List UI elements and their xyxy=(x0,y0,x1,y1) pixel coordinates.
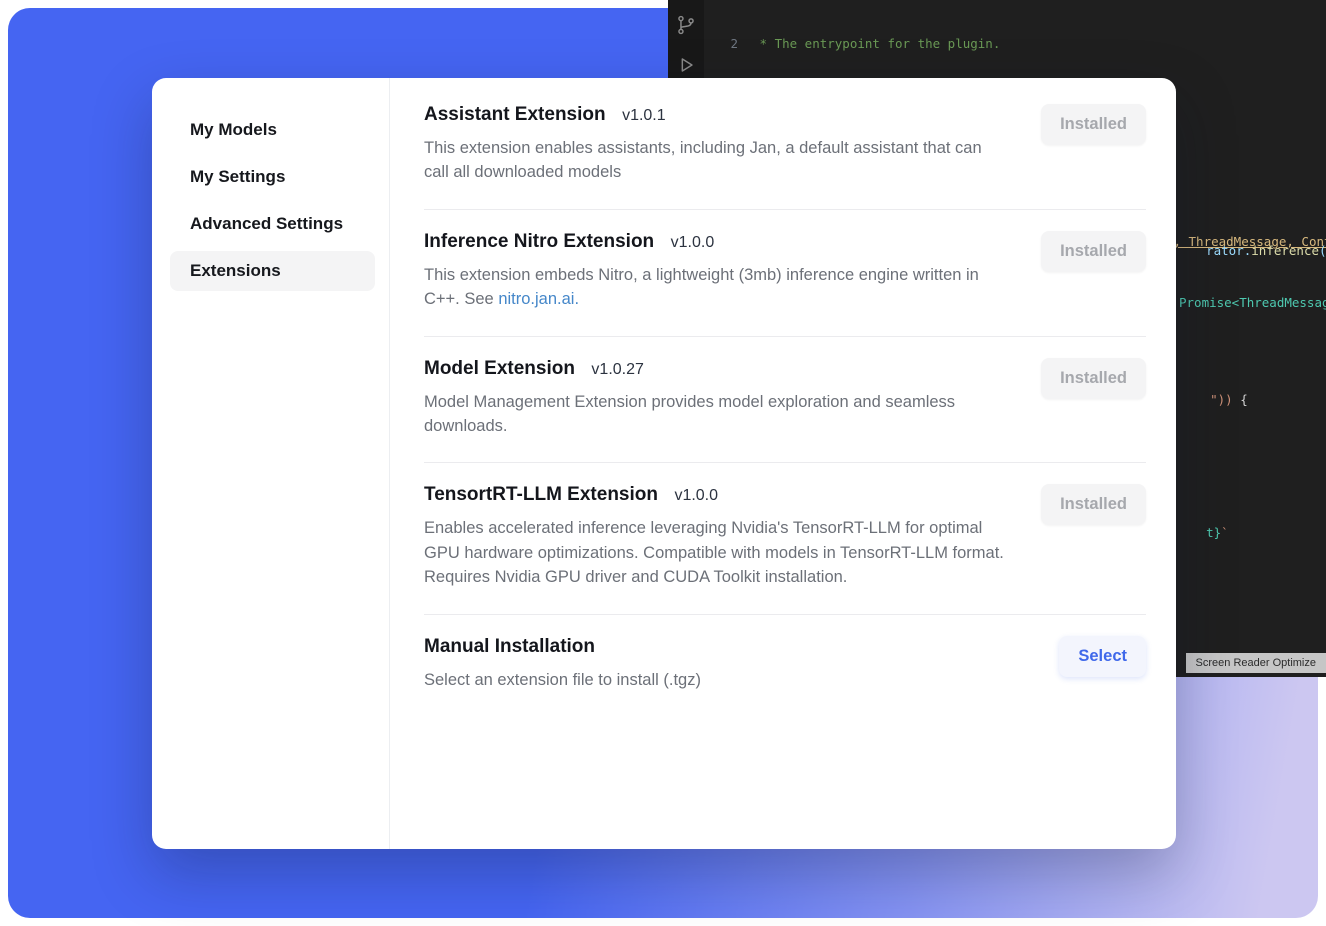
sidebar-item-my-settings[interactable]: My Settings xyxy=(170,157,375,197)
code-text: { xyxy=(1233,392,1248,407)
extension-version: v1.0.1 xyxy=(622,107,666,124)
code-line: 2 * The entrypoint for the plugin. xyxy=(704,36,1326,53)
sidebar-item-extensions[interactable]: Extensions xyxy=(170,251,375,291)
extension-info: Manual Installation Select an extension … xyxy=(424,636,701,692)
git-branch-icon[interactable] xyxy=(675,14,697,36)
extension-info: Model Extension v1.0.27 Model Management… xyxy=(424,358,1009,439)
installed-button[interactable]: Installed xyxy=(1041,231,1146,272)
settings-sidebar: My Models My Settings Advanced Settings … xyxy=(152,78,390,849)
nitro-jan-ai-link[interactable]: nitro.jan.ai. xyxy=(498,290,579,308)
code-text: ` xyxy=(1221,525,1229,540)
extension-title: Manual Installation xyxy=(424,636,595,657)
extension-title: Model Extension xyxy=(424,358,575,379)
code-text: * The entrypoint for the plugin. xyxy=(752,36,1000,53)
extension-description: This extension embeds Nitro, a lightweig… xyxy=(424,263,1009,312)
extension-version: v1.0.0 xyxy=(674,487,718,504)
code-text: inference xyxy=(1251,243,1319,258)
code-fragment: t}` xyxy=(1176,510,1229,555)
code-fragment: ")) { xyxy=(1180,377,1248,422)
extension-title: Assistant Extension xyxy=(424,104,606,125)
extension-version: v1.0.27 xyxy=(591,361,643,378)
sidebar-item-my-models[interactable]: My Models xyxy=(170,110,375,150)
code-fragment: Promise<ThreadMessage> xyxy=(1179,295,1326,310)
screen-reader-chip[interactable]: Screen Reader Optimize xyxy=(1186,653,1326,673)
extension-row-model: Model Extension v1.0.27 Model Management… xyxy=(424,337,1146,464)
extension-description: This extension enables assistants, inclu… xyxy=(424,136,1009,185)
code-text: rator. xyxy=(1206,243,1251,258)
extension-row-tensorrt-llm: TensortRT-LLM Extension v1.0.0 Enables a… xyxy=(424,463,1146,614)
extension-title: Inference Nitro Extension xyxy=(424,231,654,252)
extension-description: Model Management Extension provides mode… xyxy=(424,390,1009,439)
extension-title: TensortRT-LLM Extension xyxy=(424,484,658,505)
extension-info: Assistant Extension v1.0.1 This extensio… xyxy=(424,104,1009,185)
installed-button[interactable]: Installed xyxy=(1041,104,1146,145)
installed-button[interactable]: Installed xyxy=(1041,484,1146,525)
sidebar-item-advanced-settings[interactable]: Advanced Settings xyxy=(170,204,375,244)
extension-version: v1.0.0 xyxy=(671,234,715,251)
extension-info: Inference Nitro Extension v1.0.0 This ex… xyxy=(424,231,1009,312)
code-text: t} xyxy=(1206,525,1221,540)
settings-modal: My Models My Settings Advanced Settings … xyxy=(152,78,1176,849)
line-number: 2 xyxy=(704,36,738,53)
extensions-list: Assistant Extension v1.0.1 This extensio… xyxy=(390,78,1176,849)
extension-info: TensortRT-LLM Extension v1.0.0 Enables a… xyxy=(424,484,1009,589)
extension-row-assistant: Assistant Extension v1.0.1 This extensio… xyxy=(424,102,1146,210)
extension-description: Select an extension file to install (.tg… xyxy=(424,668,701,692)
installed-button[interactable]: Installed xyxy=(1041,358,1146,399)
code-text: (data)); xyxy=(1319,243,1326,258)
code-fragment: rator.inference(data)); xyxy=(1176,228,1326,273)
extension-row-inference-nitro: Inference Nitro Extension v1.0.0 This ex… xyxy=(424,210,1146,337)
code-text: ")) xyxy=(1210,392,1233,407)
extension-row-manual-installation: Manual Installation Select an extension … xyxy=(424,615,1146,692)
select-button[interactable]: Select xyxy=(1059,636,1146,677)
extension-description: Enables accelerated inference leveraging… xyxy=(424,516,1009,589)
play-icon[interactable] xyxy=(675,54,697,76)
